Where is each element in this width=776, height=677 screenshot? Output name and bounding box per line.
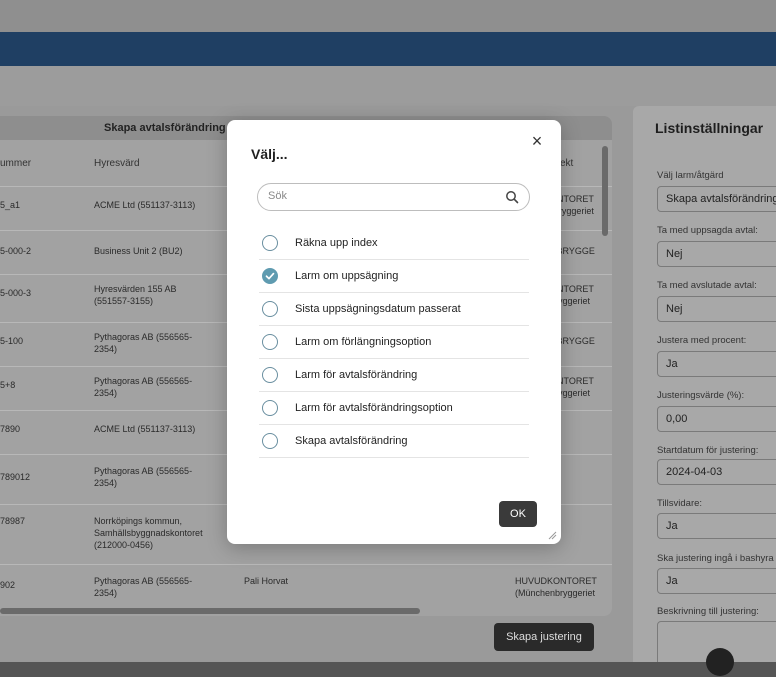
option-count-up-index[interactable]: Räkna upp index (259, 227, 529, 260)
cell-number: 7890 (0, 424, 21, 434)
top-band (0, 0, 776, 32)
column-header-object[interactable]: ekt (560, 158, 573, 169)
radio-button[interactable] (262, 235, 278, 251)
list-settings-panel: Listinställningar Välj larm/åtgärd Skapa… (633, 106, 776, 671)
setting-label-percent: Justera med procent: (657, 335, 747, 346)
cell-number: 5-000-2 (0, 246, 32, 256)
option-change-option-alarm[interactable]: Larm för avtalsförändringsoption (259, 392, 529, 425)
setting-label-action: Välj larm/åtgärd (657, 170, 724, 181)
cell-landlord: ACME Ltd (551137-3113) (94, 424, 196, 434)
setting-terminated-select[interactable]: Nej (657, 241, 776, 267)
column-header-landlord[interactable]: Hyresvärd (94, 158, 140, 169)
radio-button[interactable] (262, 334, 278, 350)
vertical-scrollbar[interactable] (602, 146, 608, 236)
table-row[interactable]: 902 Pythagoras AB (556565- 2354) Pali Ho… (0, 564, 612, 604)
bottom-bar (0, 662, 776, 677)
radio-button[interactable] (262, 301, 278, 317)
cell-number: 789012 (0, 472, 31, 482)
search-icon[interactable] (505, 190, 519, 204)
cell-landlord: Norrköpings kommun, Samhällsbyggnadskont… (94, 516, 203, 550)
cell-number: 5-100 (0, 336, 24, 346)
option-change-alarm[interactable]: Larm för avtalsförändring (259, 359, 529, 392)
setting-percent-select[interactable]: Ja (657, 351, 776, 377)
setting-label-terminated: Ta med uppsagda avtal: (657, 225, 758, 236)
cell-landlord: ACME Ltd (551137-3113) (94, 200, 196, 210)
cell-number: 5_a1 (0, 200, 21, 210)
radio-button-checked[interactable] (262, 268, 278, 284)
setting-action-select[interactable]: Skapa avtalsförändring (657, 186, 776, 212)
cell-number: 5+8 (0, 380, 16, 390)
navbar (0, 32, 776, 66)
option-label: Larm om uppsägning (295, 270, 399, 282)
setting-base-rent-select[interactable]: Ja (657, 568, 776, 594)
setting-start-date-input[interactable]: 2024-04-03 (657, 459, 776, 485)
setting-label-description: Beskrivning till justering: (657, 606, 759, 617)
option-label: Larm för avtalsförändringsoption (295, 402, 453, 414)
option-label: Larm om förlängningsoption (295, 336, 432, 348)
option-label: Skapa avtalsförändring (295, 435, 408, 447)
option-label: Larm för avtalsförändring (295, 369, 418, 381)
setting-label-adjustment-value: Justeringsvärde (%): (657, 390, 745, 401)
cell-number: 78987 (0, 516, 26, 526)
search-input[interactable] (268, 190, 488, 202)
cell-landlord: Business Unit 2 (BU2) (94, 246, 183, 256)
setting-label-ended: Ta med avslutade avtal: (657, 280, 757, 291)
floating-action-button[interactable] (706, 648, 734, 676)
radio-button[interactable] (262, 400, 278, 416)
resize-handle-icon[interactable] (547, 530, 557, 540)
option-termination-alarm[interactable]: Larm om uppsägning (259, 260, 529, 293)
dialog-title: Välj... (251, 146, 288, 162)
option-extension-alarm[interactable]: Larm om förlängningsoption (259, 326, 529, 359)
cell-object: HUVUDKONTORET (Münchenbryggeriet (515, 576, 597, 598)
cell-landlord: Pythagoras AB (556565- 2354) (94, 576, 193, 598)
table-title: Skapa avtalsförändring (104, 122, 226, 134)
setting-adjustment-value-input[interactable]: 0,00 (657, 406, 776, 432)
setting-label-base-rent: Ska justering ingå i bashyra (657, 553, 774, 564)
option-label: Räkna upp index (295, 237, 378, 249)
close-icon[interactable]: × (525, 129, 549, 153)
cell-landlord: Hyresvärden 155 AB (551557-3155) (94, 284, 177, 306)
cell-tenant: Pali Horvat (244, 576, 289, 586)
radio-button[interactable] (262, 433, 278, 449)
setting-indefinite-select[interactable]: Ja (657, 513, 776, 539)
cell-number: 5-000-3 (0, 288, 32, 298)
cell-landlord: Pythagoras AB (556565- 2354) (94, 376, 193, 398)
settings-title: Listinställningar (655, 120, 764, 136)
create-adjustment-button[interactable]: Skapa justering (494, 623, 594, 651)
option-last-termination-passed[interactable]: Sista uppsägningsdatum passerat (259, 293, 529, 326)
search-box[interactable] (257, 183, 530, 211)
cell-number: 902 (0, 580, 16, 590)
ok-button[interactable]: OK (499, 501, 537, 527)
option-create-change[interactable]: Skapa avtalsförändring (259, 425, 529, 458)
check-icon (265, 272, 275, 280)
horizontal-scrollbar[interactable] (0, 608, 420, 614)
setting-label-indefinite: Tillsvidare: (657, 498, 703, 509)
column-header-number[interactable]: ummer (0, 158, 31, 169)
sub-band (0, 66, 776, 106)
setting-label-start-date: Startdatum för justering: (657, 445, 759, 456)
option-label: Sista uppsägningsdatum passerat (295, 303, 461, 315)
radio-button[interactable] (262, 367, 278, 383)
cell-landlord: Pythagoras AB (556565- 2354) (94, 466, 193, 488)
setting-ended-select[interactable]: Nej (657, 296, 776, 322)
cell-landlord: Pythagoras AB (556565- 2354) (94, 332, 193, 354)
select-dialog: Välj... × Räkna upp index Larm om uppsäg… (227, 120, 561, 544)
